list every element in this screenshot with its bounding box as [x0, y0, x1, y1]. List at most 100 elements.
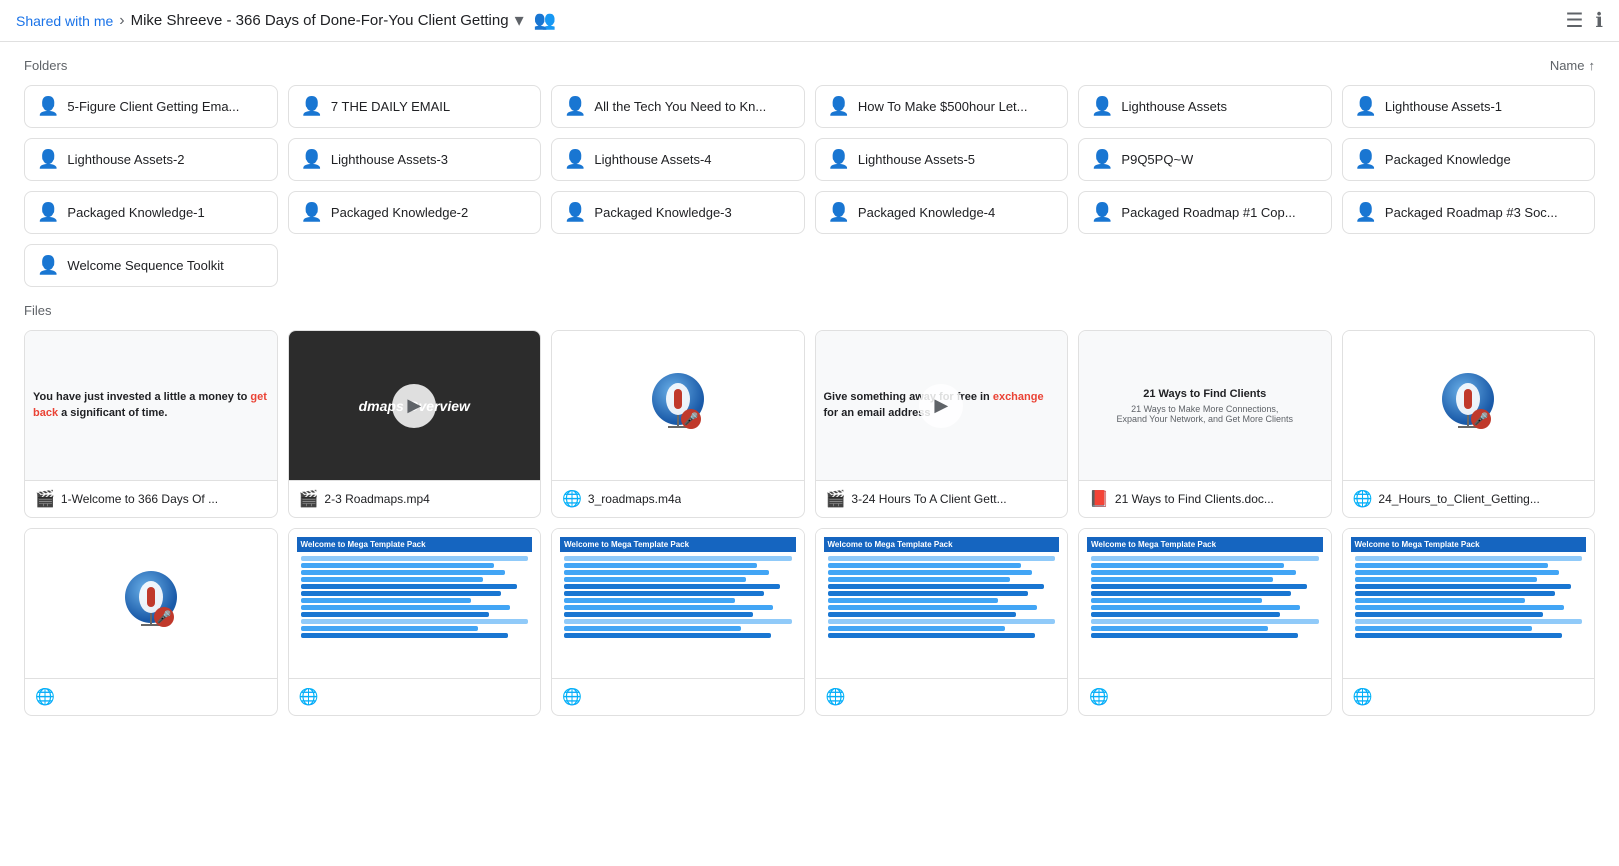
file-item[interactable]: 🎤 🌐: [24, 528, 278, 716]
folder-item[interactable]: 👤 All the Tech You Need to Kn...: [551, 85, 805, 128]
file-item[interactable]: dmaps Overview ▶ 🎬 2-3 Roadmaps.mp4: [288, 330, 542, 518]
file-item[interactable]: Welcome to Mega Template Pack: [288, 528, 542, 716]
file-item[interactable]: Give something away for free in exchange…: [815, 330, 1069, 518]
chevron-right-icon: ›: [119, 12, 124, 30]
file-thumbnail: You have just invested a little a money …: [25, 331, 277, 481]
video-icon: 🎬: [299, 489, 319, 509]
doc-icon: 🌐: [826, 687, 846, 707]
sort-button[interactable]: Name ↑: [1550, 58, 1595, 73]
file-item[interactable]: Welcome to Mega Template Pack: [1078, 528, 1332, 716]
folder-shared-icon: 👤: [828, 202, 850, 223]
folder-item[interactable]: 👤 Lighthouse Assets-3: [288, 138, 542, 181]
folder-name: Welcome Sequence Toolkit: [67, 258, 223, 273]
breadcrumb-shared-link[interactable]: Shared with me: [16, 13, 113, 29]
folder-item[interactable]: 👤 Packaged Knowledge-1: [24, 191, 278, 234]
folder-name: Packaged Roadmap #1 Cop...: [1121, 205, 1295, 220]
folder-dropdown-icon[interactable]: ▾: [515, 10, 524, 31]
folder-shared-icon: 👤: [37, 255, 59, 276]
file-info: 🌐: [1343, 679, 1595, 715]
doc-thumbnail: Welcome to Mega Template Pack: [816, 529, 1068, 678]
folder-shared-icon: 👤: [1355, 96, 1377, 117]
video-icon: 🎬: [826, 489, 846, 509]
doc-icon: 🌐: [562, 687, 582, 707]
doc-thumbnail: Welcome to Mega Template Pack: [1343, 529, 1595, 678]
folder-shared-icon: 👤: [828, 149, 850, 170]
folder-shared-icon: 👤: [828, 96, 850, 117]
file-item[interactable]: Welcome to Mega Template Pack: [1342, 528, 1596, 716]
folder-item[interactable]: 👤 Lighthouse Assets: [1078, 85, 1332, 128]
list-view-icon[interactable]: ☰: [1565, 8, 1583, 33]
doc-icon: 🌐: [299, 687, 319, 707]
folder-shared-icon: 👤: [301, 149, 323, 170]
file-thumbnail: dmaps Overview ▶: [289, 331, 541, 481]
sort-arrow-icon: ↑: [1589, 58, 1596, 73]
video-icon: 🎬: [35, 489, 55, 509]
folder-shared-icon: 👤: [564, 96, 586, 117]
folder-shared-icon: 👤: [1091, 202, 1113, 223]
folder-shared-icon: 👤: [37, 202, 59, 223]
doc-icon: 🌐: [1353, 687, 1373, 707]
folder-item[interactable]: 👤 Packaged Knowledge: [1342, 138, 1596, 181]
folder-name: Lighthouse Assets: [1121, 99, 1227, 114]
file-item[interactable]: You have just invested a little a money …: [24, 330, 278, 518]
folder-name: Packaged Knowledge-3: [594, 205, 731, 220]
file-thumbnail: Welcome to Mega Template Pack: [1079, 529, 1331, 679]
folder-item[interactable]: 👤 P9Q5PQ~W: [1078, 138, 1332, 181]
people-icon[interactable]: 👥: [534, 10, 556, 31]
mic-thumbnail: 🎤: [552, 331, 804, 480]
file-item[interactable]: Welcome to Mega Template Pack: [815, 528, 1069, 716]
folder-name: Lighthouse Assets-1: [1385, 99, 1502, 114]
folder-item[interactable]: 👤 Packaged Knowledge-2: [288, 191, 542, 234]
file-info: 🎬 1-Welcome to 366 Days Of ...: [25, 481, 277, 517]
folder-shared-icon: 👤: [37, 96, 59, 117]
folder-item[interactable]: 👤 Lighthouse Assets-5: [815, 138, 1069, 181]
microphone-svg: 🎤: [116, 569, 186, 639]
file-name: 3-24 Hours To A Client Gett...: [851, 492, 1006, 506]
file-info: 🌐 24_Hours_to_Client_Getting...: [1343, 481, 1595, 517]
file-info: 🌐: [1079, 679, 1331, 715]
folder-item[interactable]: 👤 Lighthouse Assets-2: [24, 138, 278, 181]
header-actions: ☰ ℹ: [1565, 8, 1603, 33]
folder-item[interactable]: 👤 Packaged Knowledge-4: [815, 191, 1069, 234]
svg-text:🎤: 🎤: [683, 411, 698, 426]
file-item[interactable]: 21 Ways to Find Clients 21 Ways to Make …: [1078, 330, 1332, 518]
folder-item[interactable]: 👤 How To Make $500hour Let...: [815, 85, 1069, 128]
play-button[interactable]: ▶: [919, 384, 963, 428]
file-item[interactable]: Welcome to Mega Template Pack: [551, 528, 805, 716]
microphone-svg: 🎤: [1433, 371, 1503, 441]
pdf-icon: 📕: [1089, 489, 1109, 509]
folder-shared-icon: 👤: [1355, 149, 1377, 170]
folder-shared-icon: 👤: [301, 202, 323, 223]
file-thumbnail: 21 Ways to Find Clients 21 Ways to Make …: [1079, 331, 1331, 481]
microphone-svg: 🎤: [643, 371, 713, 441]
folder-name: How To Make $500hour Let...: [858, 99, 1028, 114]
file-name: 21 Ways to Find Clients.doc...: [1115, 492, 1274, 506]
file-item[interactable]: 🎤 🌐 3_roadmaps.m4a: [551, 330, 805, 518]
file-name: 2-3 Roadmaps.mp4: [324, 492, 429, 506]
doc-icon: 🌐: [1089, 687, 1109, 707]
folder-item[interactable]: 👤 Welcome Sequence Toolkit: [24, 244, 278, 287]
mic-thumbnail: 🎤: [1343, 331, 1595, 480]
file-info: 🌐: [25, 679, 277, 715]
folder-item[interactable]: 👤 5-Figure Client Getting Ema...: [24, 85, 278, 128]
doc-thumbnail: Welcome to Mega Template Pack: [289, 529, 541, 678]
file-name: 24_Hours_to_Client_Getting...: [1378, 492, 1539, 506]
file-grid: You have just invested a little a money …: [24, 330, 1595, 716]
folder-item[interactable]: 👤 Packaged Roadmap #3 Soc...: [1342, 191, 1596, 234]
file-thumbnail: Welcome to Mega Template Pack: [289, 529, 541, 679]
breadcrumb-current-folder: Mike Shreeve - 366 Days of Done-For-You …: [131, 12, 509, 29]
folder-item[interactable]: 👤 Packaged Roadmap #1 Cop...: [1078, 191, 1332, 234]
folder-name: 5-Figure Client Getting Ema...: [67, 99, 239, 114]
folder-grid: 👤 5-Figure Client Getting Ema... 👤 7 THE…: [24, 85, 1595, 287]
info-icon[interactable]: ℹ: [1595, 8, 1603, 33]
folder-shared-icon: 👤: [301, 96, 323, 117]
mic-thumbnail: 🎤: [25, 529, 277, 678]
folder-item[interactable]: 👤 Lighthouse Assets-4: [551, 138, 805, 181]
play-button[interactable]: ▶: [392, 384, 436, 428]
file-item[interactable]: 🎤 🌐 24_Hours_to_Client_Getting...: [1342, 330, 1596, 518]
file-name: 3_roadmaps.m4a: [588, 492, 681, 506]
folder-shared-icon: 👤: [1355, 202, 1377, 223]
folder-item[interactable]: 👤 Lighthouse Assets-1: [1342, 85, 1596, 128]
folder-item[interactable]: 👤 7 THE DAILY EMAIL: [288, 85, 542, 128]
folder-item[interactable]: 👤 Packaged Knowledge-3: [551, 191, 805, 234]
